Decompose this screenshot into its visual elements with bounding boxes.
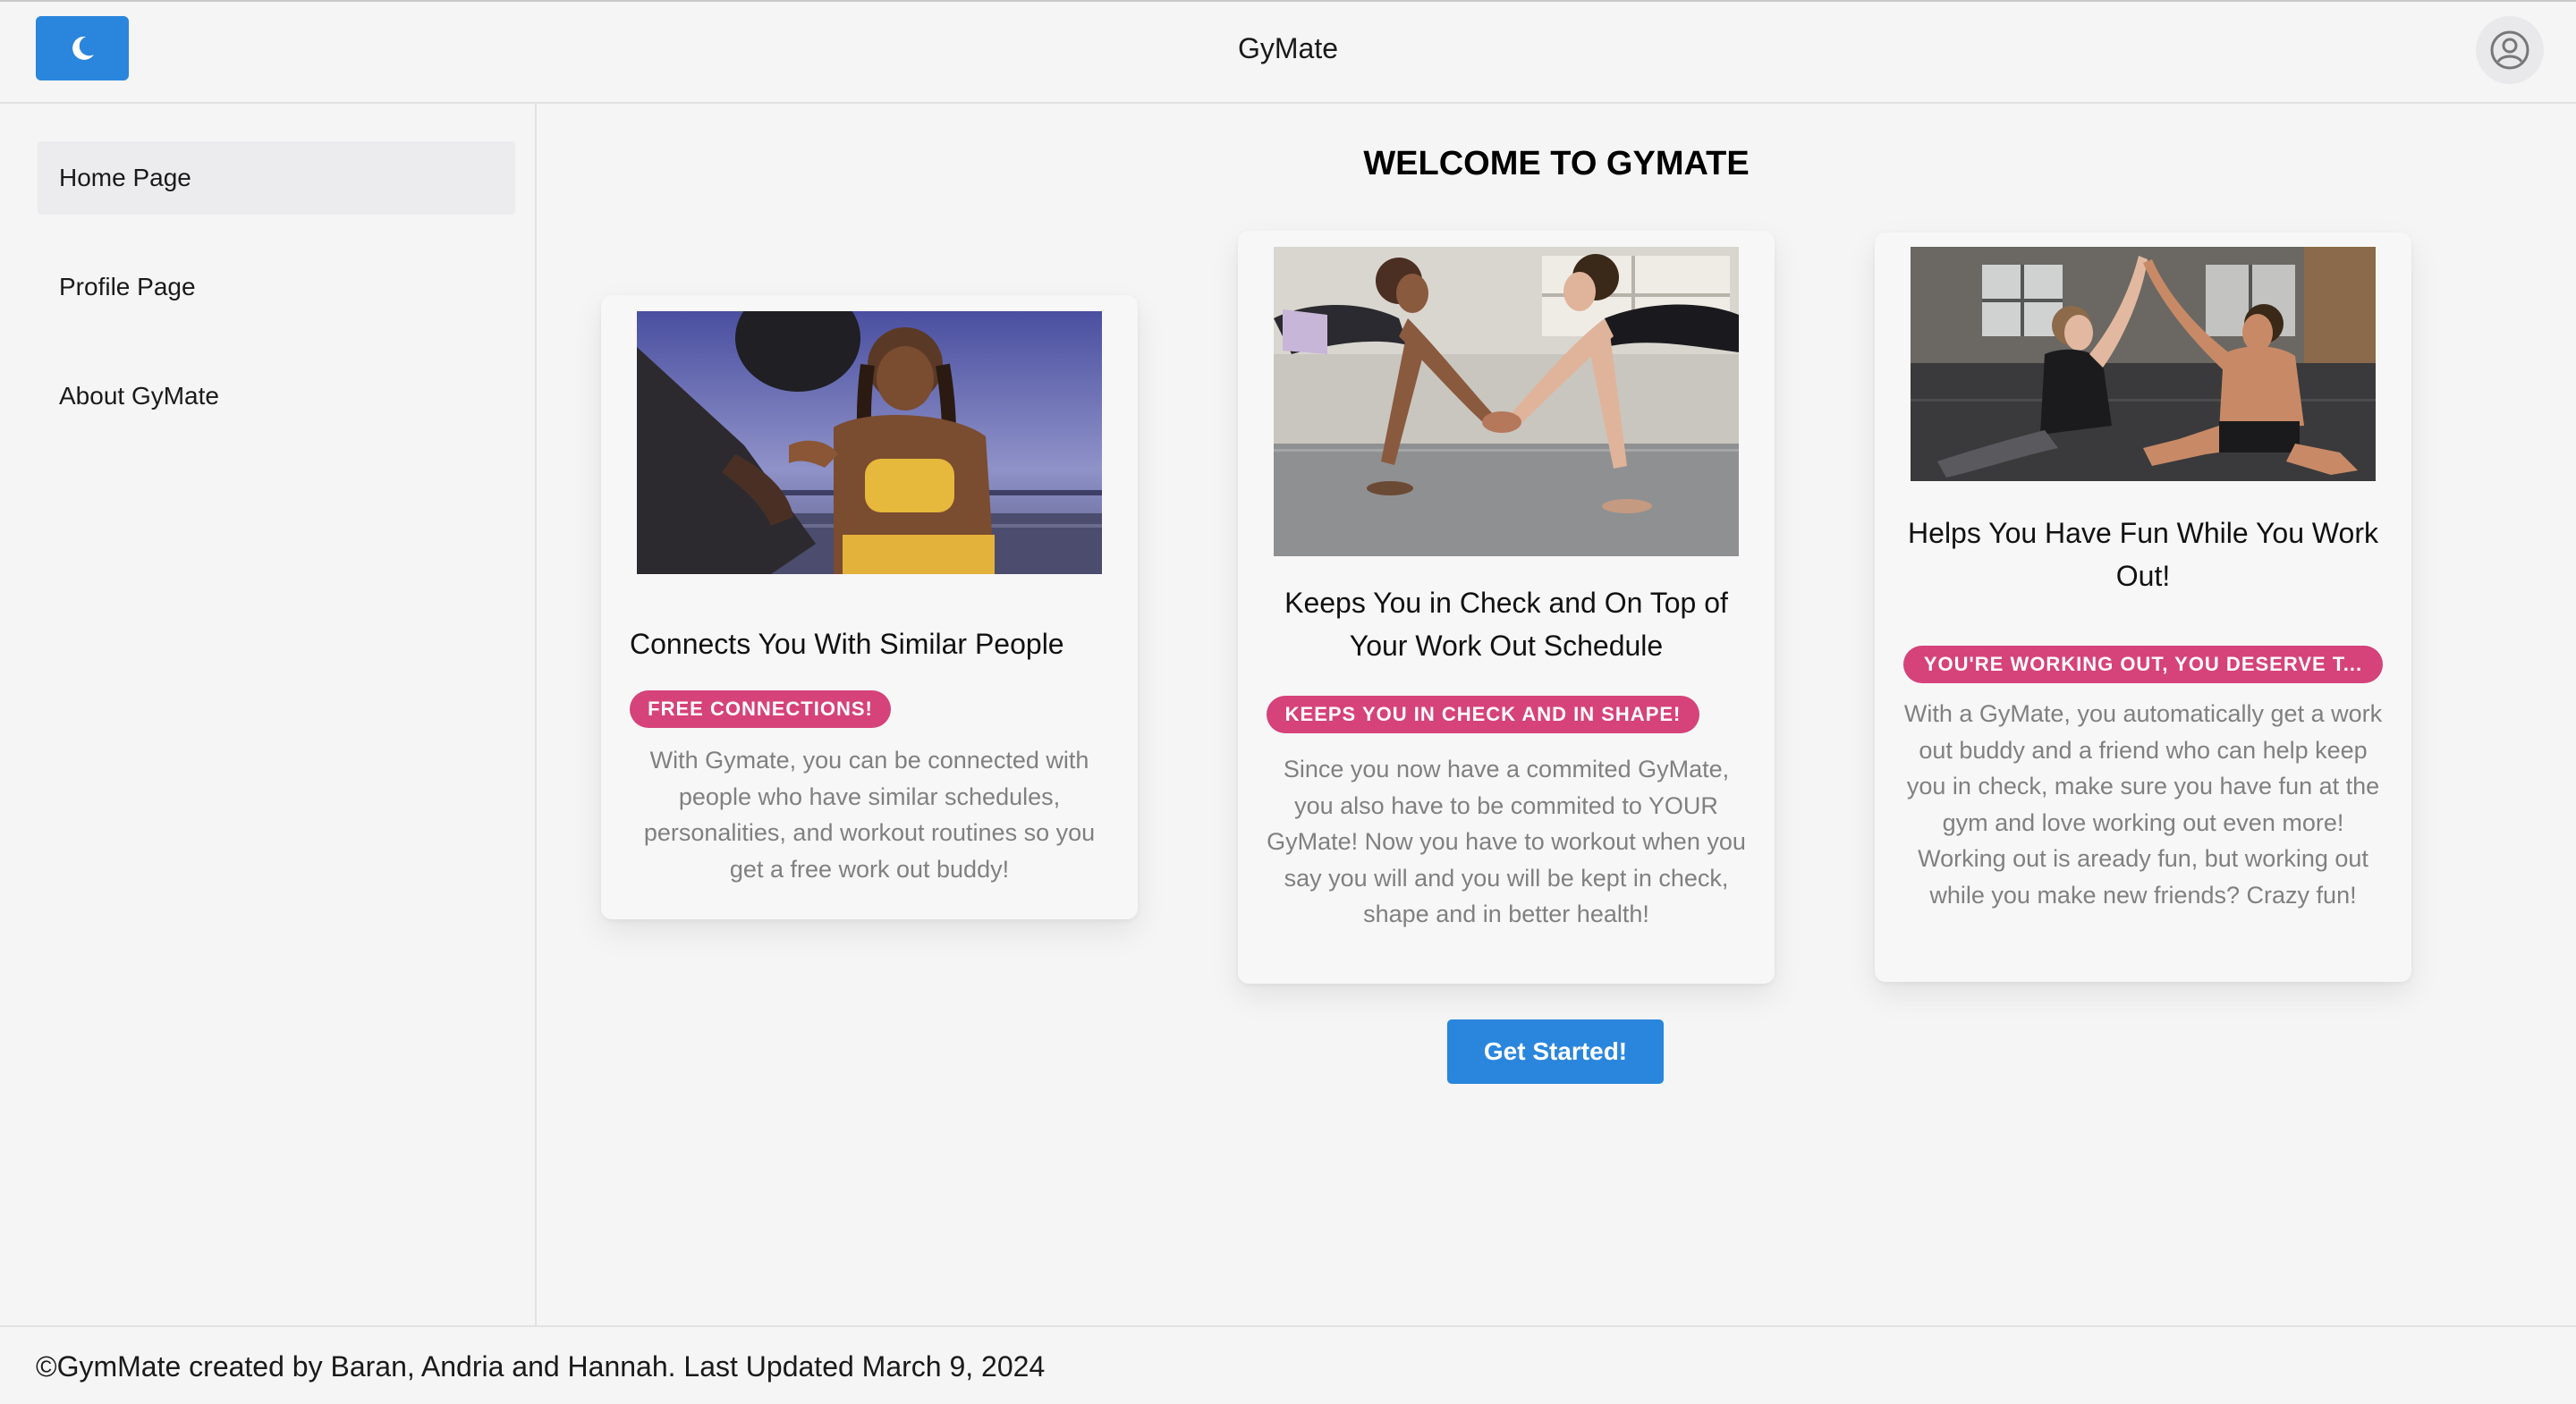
sidebar-item-label: Home Page [59,164,191,191]
sidebar-item-home[interactable]: Home Page [38,141,515,215]
sidebar-item-about[interactable]: About GyMate [38,359,515,433]
get-started-button[interactable]: Get Started! [1447,1019,1664,1084]
page-title: WELCOME TO GYMATE [1363,145,1750,182]
footer-text: ©GymMate created by Baran, Andria and Ha… [36,1349,1046,1383]
feature-card: Keeps You in Check and On Top of Your Wo… [1238,231,1775,984]
sidebar: Home Page Profile Page About GyMate [0,104,537,1325]
profile-avatar-button[interactable] [2476,16,2544,84]
sidebar-item-profile[interactable]: Profile Page [38,250,515,324]
card-description: With a GyMate, you automatically get a w… [1903,700,2383,909]
plank-handshake-photo [1274,247,1739,556]
card-title: Helps You Have Fun While You Work Out! [1908,517,2378,592]
card-description: With Gymate, you can be connected with p… [643,747,1096,883]
woman-high-five-photo [637,311,1102,574]
sidebar-item-label: Profile Page [59,273,196,300]
feature-card: Connects You With Similar People FREE CO… [601,295,1138,919]
card-description: Since you now have a commited GyMate, yo… [1267,756,1746,927]
card-badge: YOU'RE WORKING OUT, YOU DESERVE T... [1903,646,2383,683]
card-title: Keeps You in Check and On Top of Your Wo… [1284,587,1728,662]
sidebar-item-label: About GyMate [59,382,219,410]
user-circle-icon [2490,30,2529,70]
main-content: WELCOME TO GYMATE Connects You With Simi… [537,104,2576,1325]
top-bar: GyMate [0,2,2576,104]
app-title: GyMate [1237,32,1339,64]
app-root: GyMate Home Page Profile Page About GyMa… [0,0,2576,1404]
card-title: Connects You With Similar People [630,628,1064,660]
card-badge: KEEPS YOU IN CHECK AND IN SHAPE! [1267,696,1699,733]
card-badge: FREE CONNECTIONS! [630,690,891,728]
footer: ©GymMate created by Baran, Andria and Ha… [0,1325,2576,1404]
feature-card: Helps You Have Fun While You Work Out! Y… [1875,233,2411,982]
gym-high-five-photo [1911,247,2376,481]
